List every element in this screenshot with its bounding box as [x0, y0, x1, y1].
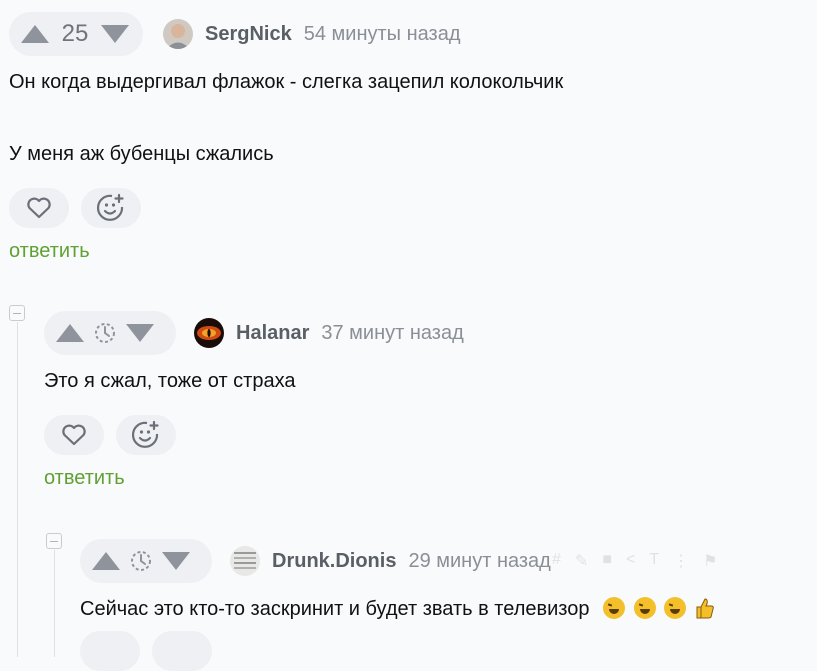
heart-icon [62, 424, 86, 446]
comment-timestamp[interactable]: 29 минут назад [408, 550, 550, 573]
downvote-arrow-icon[interactable] [126, 324, 154, 342]
downvote-arrow-icon[interactable] [162, 552, 190, 570]
thread-line [17, 322, 18, 657]
link-icon[interactable]: # [552, 551, 561, 571]
avatar[interactable] [163, 19, 193, 49]
like-button[interactable] [9, 188, 69, 228]
upvote-arrow-icon[interactable] [56, 324, 84, 342]
add-reaction-button[interactable] [152, 631, 212, 671]
comment-timestamp[interactable]: 37 минут назад [321, 322, 463, 345]
rofl-emoji [633, 597, 656, 619]
comment-text: Он когда выдергивал флажок - слегка заце… [9, 68, 563, 168]
like-button[interactable] [44, 415, 104, 455]
text-icon[interactable]: T [649, 551, 659, 571]
collapse-icon[interactable] [46, 533, 62, 549]
like-button[interactable] [80, 631, 140, 671]
comment-header: 25 SergNick 54 минуты назад [9, 8, 563, 60]
rating-score: 25 [61, 20, 89, 47]
avatar[interactable] [230, 546, 260, 576]
downvote-arrow-icon[interactable] [101, 25, 129, 43]
comment-paragraph: Сейчас это кто-то заскринит и будет зват… [80, 595, 715, 623]
comment-paragraph: Он когда выдергивал флажок - слегка заце… [9, 71, 564, 93]
comment-actions [9, 188, 563, 228]
add-reaction-button[interactable] [81, 188, 141, 228]
comment-text: Сейчас это кто-то заскринит и будет зват… [80, 595, 715, 623]
comment-actions [80, 631, 715, 671]
comment-text: Это я сжал, тоже от страха [44, 367, 464, 395]
report-icon[interactable]: ⚑ [703, 551, 717, 571]
rating-pending-icon [94, 322, 116, 344]
author-name[interactable]: Halanar [236, 322, 309, 345]
share-icon[interactable]: < [626, 551, 635, 571]
thread-line [54, 550, 55, 657]
add-reaction-icon [131, 420, 159, 448]
save-icon[interactable]: ■ [602, 551, 612, 571]
comment-paragraph: Это я сжал, тоже от страха [44, 370, 296, 392]
vote-control: 25 [9, 12, 143, 56]
collapse-icon[interactable] [9, 305, 25, 321]
reply-link[interactable]: ответить [9, 240, 563, 263]
upvote-arrow-icon[interactable] [92, 552, 120, 570]
comment-timestamp[interactable]: 54 минуты назад [304, 23, 461, 46]
rofl-emoji [664, 597, 687, 619]
comment-actions [44, 415, 464, 455]
comment-halanar: Halanar 37 минут назад Это я сжал, тоже … [44, 307, 464, 490]
author-name[interactable]: Drunk.Dionis [272, 550, 396, 573]
upvote-arrow-icon[interactable] [21, 25, 49, 43]
rating-pending-icon [130, 550, 152, 572]
comment-hover-toolbar: # ✎ ■ < T ⋮ ⚑ [552, 551, 717, 571]
comment-header: Halanar 37 минут назад [44, 307, 464, 359]
reply-link[interactable]: ответить [44, 467, 464, 490]
more-icon[interactable]: ⋮ [673, 551, 689, 571]
vote-control [44, 311, 176, 355]
comment-sergnick: 25 SergNick 54 минуты назад Он когда выд… [9, 8, 563, 263]
heart-icon [27, 197, 51, 219]
comment-paragraph: У меня аж бубенцы сжались [9, 143, 274, 165]
edit-icon[interactable]: ✎ [575, 551, 588, 571]
comment-text-content: Сейчас это кто-то заскринит и будет зват… [80, 598, 590, 620]
rofl-emoji [603, 597, 626, 619]
thumbs-up-emoji [696, 598, 714, 619]
vote-control [80, 539, 212, 583]
add-reaction-icon [96, 193, 124, 221]
author-name[interactable]: SergNick [205, 23, 292, 46]
avatar[interactable] [194, 318, 224, 348]
add-reaction-button[interactable] [116, 415, 176, 455]
